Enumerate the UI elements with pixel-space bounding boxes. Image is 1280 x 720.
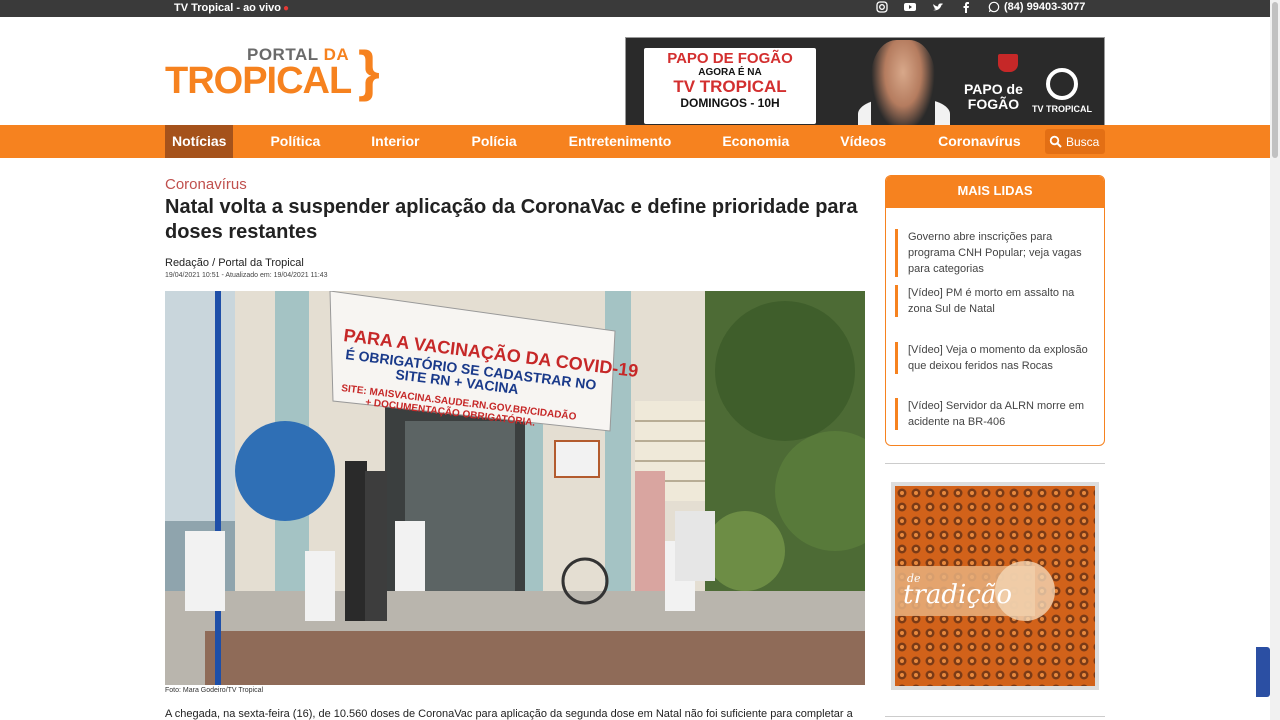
site-header: PORTAL DA TROPICAL } PAPO DE FOGÃO AGORA… [0,17,1270,134]
mais-lidas-item-3[interactable]: [Vídeo] Veja o momento da explosão que d… [895,342,1095,374]
article-body-line: A chegada, na sexta-feira (16), de 10.56… [165,708,853,720]
photo-caption: Foto: Mara Godeiro/TV Tropical [165,687,264,694]
nav-item-economia[interactable]: Economia [722,125,789,158]
live-link[interactable]: TV Tropical - ao vivo ● [174,2,289,14]
cup-icon [998,54,1018,72]
social-links: (84) 99403-3077 [876,1,1085,13]
site-logo[interactable]: PORTAL DA TROPICAL } [165,43,380,103]
mais-lidas-title: MAIS LIDAS [886,176,1104,208]
live-dot-icon: ● [282,3,290,14]
logo-tropical: TROPICAL [165,60,352,102]
banner-line1: PAPO DE FOGÃO [667,50,793,67]
logo-brace-icon: } [358,39,380,102]
tv-tropical-icon [1046,68,1078,100]
sidebar: MAIS LIDAS Governo abre inscrições para … [885,175,1105,717]
search-icon [1049,135,1062,148]
ad-text: tradição [903,580,1013,610]
ad-de-tradicao[interactable]: de tradição [891,482,1099,690]
banner-text-box: PAPO DE FOGÃO AGORA É NA TV TROPICAL DOM… [644,48,816,124]
banner-line3: TV TROPICAL [673,77,787,96]
nav-item-interior[interactable]: Interior [371,125,419,158]
papo-de-fogao-logo: PAPO de FOGÃO [964,81,1023,112]
mais-lidas-item-1[interactable]: Governo abre inscrições para programa CN… [895,229,1095,277]
search-placeholder: Busca [1066,134,1100,149]
scrollbar-thumb[interactable] [1272,2,1278,158]
article-dates: 19/04/2021 10:51 - Atualizado em: 19/04/… [165,272,328,279]
instagram-icon[interactable] [876,1,888,13]
facebook-icon[interactable] [960,1,972,13]
mais-lidas-box: MAIS LIDAS Governo abre inscrições para … [885,175,1105,446]
article-photo[interactable]: PARA A VACINAÇÃO DA COVID-19 É OBRIGATÓR… [165,291,865,685]
nav-item-politica[interactable]: Política [270,125,320,158]
ad-banner-papo-de-fogao[interactable]: PAPO DE FOGÃO AGORA É NA TV TROPICAL DOM… [625,37,1105,134]
whatsapp-icon [988,1,1000,13]
vaccination-scene-image: PARA A VACINAÇÃO DA COVID-19 É OBRIGATÓR… [165,291,865,685]
nav-item-coronavirus[interactable]: Coronavírus [938,125,1020,158]
youtube-icon[interactable] [904,1,916,13]
sidebar-divider [885,463,1105,464]
article: Coronavírus Natal volta a suspender apli… [165,176,865,720]
nav-item-policia[interactable]: Polícia [472,125,517,158]
chef-photo [871,40,935,132]
search-box[interactable]: Busca [1045,129,1105,154]
mais-lidas-item-2[interactable]: [Vídeo] PM é morto em assalto na zona Su… [895,285,1095,317]
page-scrollbar[interactable] [1270,0,1280,720]
top-bar: TV Tropical - ao vivo ● (84) 99403-3077 [0,0,1270,17]
whatsapp-contact[interactable]: (84) 99403-3077 [988,1,1085,13]
mais-lidas-item-4[interactable]: [Vídeo] Servidor da ALRN morre em aciden… [895,398,1095,430]
nav-item-videos[interactable]: Vídeos [840,125,886,158]
tv-tropical-logo: TV TROPICAL [1032,68,1092,114]
phone-number: (84) 99403-3077 [1004,1,1086,13]
banner-line4: DOMINGOS - 10H [680,96,780,110]
article-category[interactable]: Coronavírus [165,176,865,193]
main-nav: Notícias Política Interior Polícia Entre… [0,125,1270,158]
sidebar-divider-2 [885,716,1105,717]
side-widget-tab[interactable] [1256,647,1270,697]
nav-item-entretenimento[interactable]: Entretenimento [569,125,672,158]
twitter-icon[interactable] [932,1,944,13]
article-title: Natal volta a suspender aplicação da Cor… [165,196,858,243]
nav-item-noticias[interactable]: Notícias [165,125,234,158]
live-label: TV Tropical - ao vivo [174,2,281,14]
article-byline: Redação / Portal da Tropical [165,257,304,269]
